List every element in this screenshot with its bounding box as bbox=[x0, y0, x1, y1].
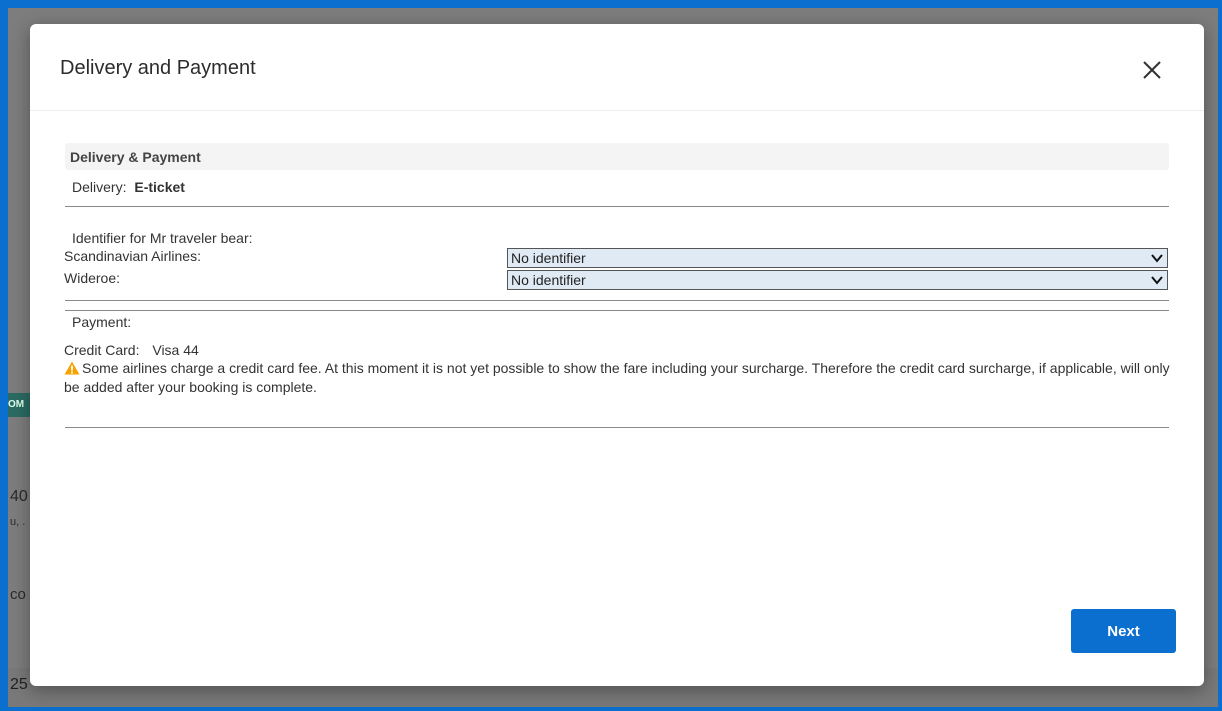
airline-label-sas: Scandinavian Airlines: bbox=[64, 248, 201, 264]
identifier-select-sas[interactable]: No identifier bbox=[507, 248, 1168, 268]
credit-card-label: Credit Card: bbox=[64, 342, 140, 358]
divider bbox=[65, 206, 1169, 207]
next-button[interactable]: Next bbox=[1071, 609, 1176, 653]
credit-card-row: Credit Card: Visa 44 bbox=[64, 342, 199, 358]
chevron-down-icon bbox=[1151, 276, 1163, 285]
credit-card-value: Visa 44 bbox=[152, 342, 199, 358]
background-cell: 25 bbox=[10, 676, 28, 693]
close-icon bbox=[1143, 61, 1161, 79]
airline-label-wideroe: Wideroe: bbox=[64, 270, 121, 286]
chevron-down-icon bbox=[1151, 254, 1163, 263]
divider bbox=[65, 310, 1169, 311]
modal-title: Delivery and Payment bbox=[60, 57, 256, 79]
delivery-row: Delivery: E-ticket bbox=[72, 179, 185, 195]
window-frame-top bbox=[0, 0, 1222, 8]
background-fragment: 40 bbox=[10, 488, 28, 505]
window-frame-bottom bbox=[0, 707, 1222, 711]
section-title: Delivery & Payment bbox=[70, 149, 201, 165]
delivery-label: Delivery: bbox=[72, 179, 127, 195]
background-fragment: u, . bbox=[10, 516, 26, 528]
credit-card-fee-warning: Some airlines charge a credit card fee. … bbox=[64, 359, 1174, 397]
warning-text: Some airlines charge a credit card fee. … bbox=[64, 360, 1170, 395]
divider bbox=[65, 300, 1169, 301]
divider bbox=[65, 427, 1169, 428]
background-fragment: co bbox=[10, 586, 26, 603]
payment-label: Payment: bbox=[72, 314, 132, 330]
section-header: Delivery & Payment bbox=[65, 143, 1169, 170]
warning-icon bbox=[64, 361, 80, 375]
background-chip: OM bbox=[8, 393, 32, 417]
identifier-title: Identifier for Mr traveler bear: bbox=[72, 230, 253, 246]
close-button[interactable] bbox=[1138, 56, 1166, 84]
delivery-payment-modal: Delivery and Payment Delivery & Payment … bbox=[30, 24, 1204, 686]
modal-header: Delivery and Payment bbox=[30, 24, 1204, 111]
window-frame-right bbox=[1218, 0, 1222, 711]
identifier-select-wideroe[interactable]: No identifier bbox=[507, 270, 1168, 290]
window-frame-left bbox=[0, 0, 8, 711]
select-value: No identifier bbox=[511, 250, 586, 266]
delivery-value: E-ticket bbox=[134, 179, 185, 195]
select-value: No identifier bbox=[511, 272, 586, 288]
